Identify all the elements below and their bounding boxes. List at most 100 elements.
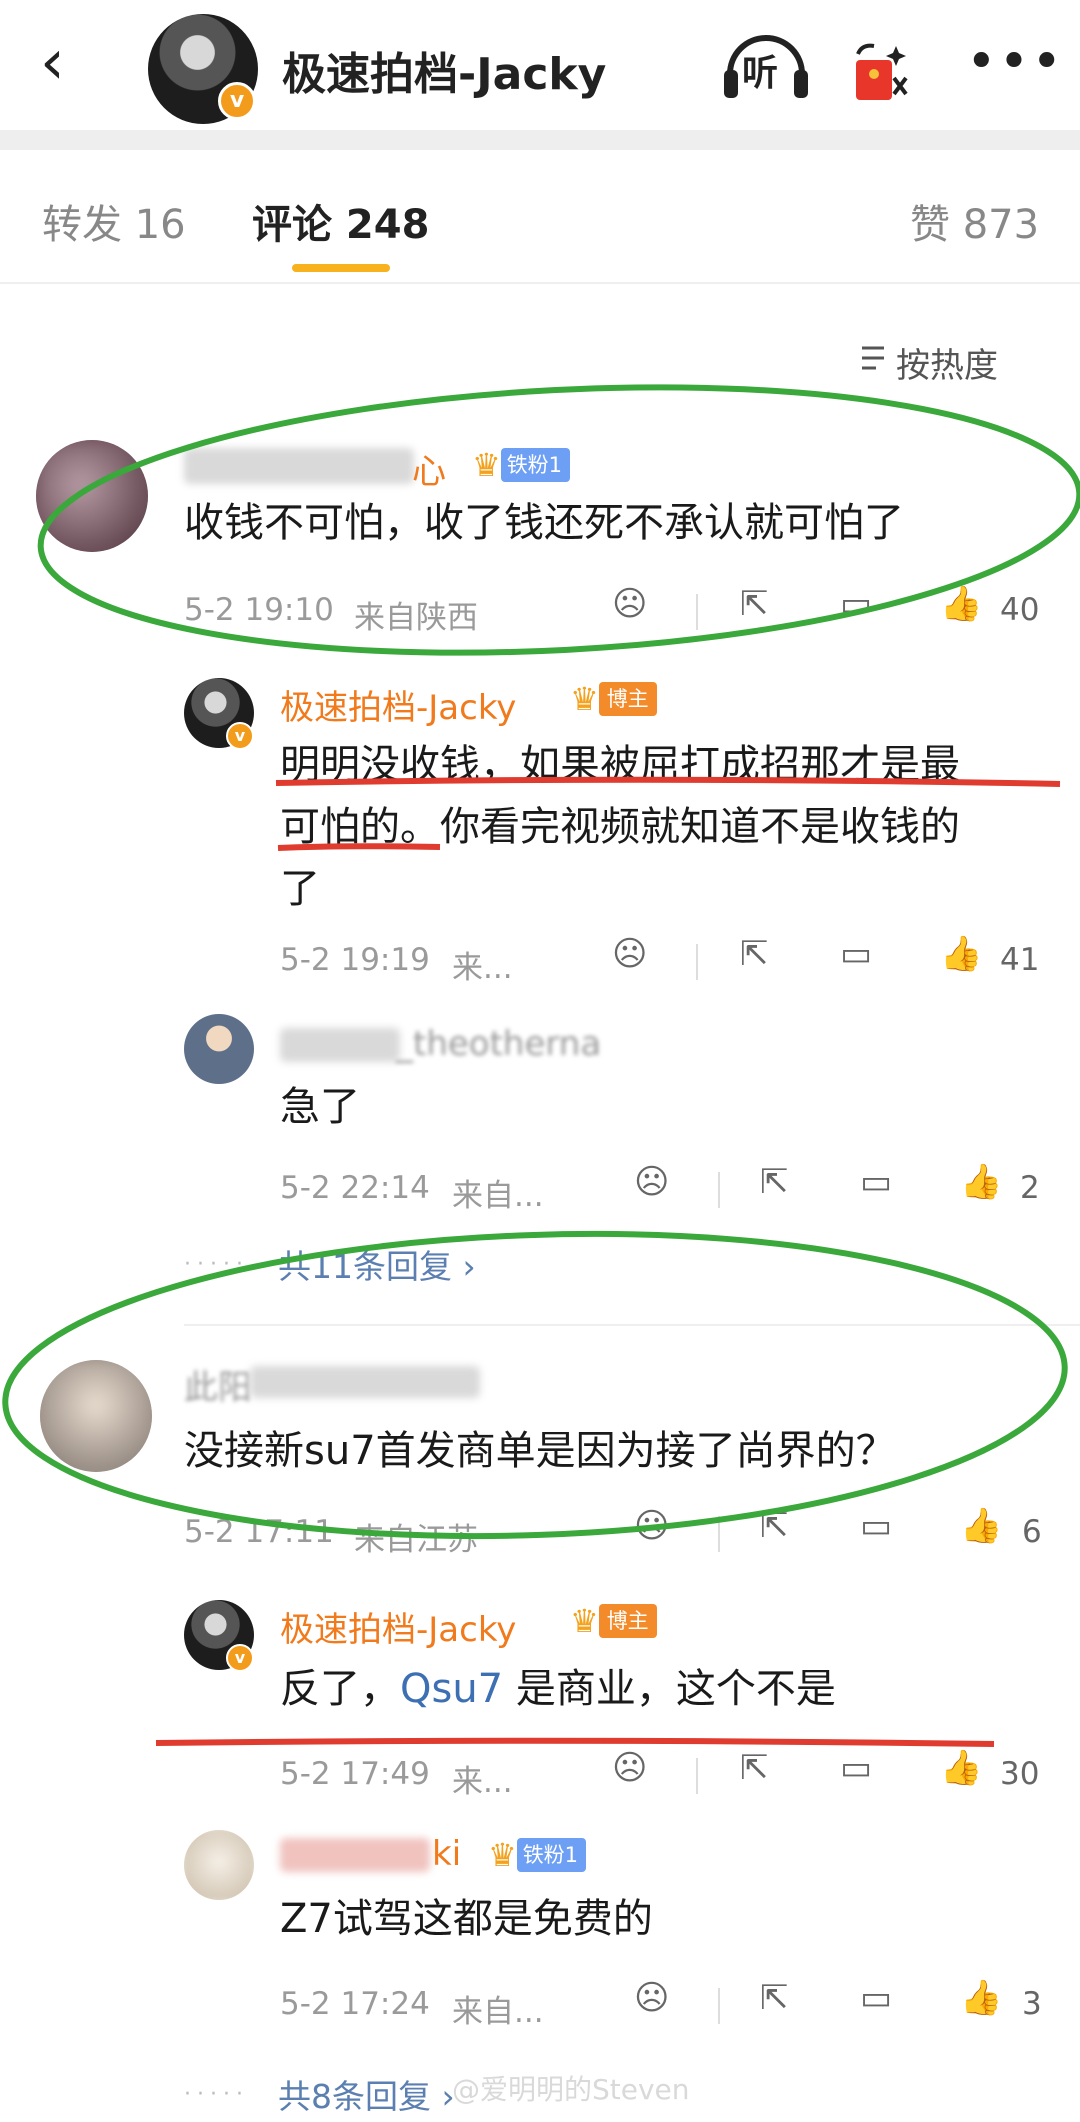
reply-text: 急了 (280, 1084, 360, 1130)
reply-username[interactable]: _theotherna (396, 1024, 601, 1064)
emoji-react-icon[interactable]: ☹ (612, 934, 647, 974)
like-count: 3 (1022, 1986, 1042, 2022)
share-icon[interactable]: ⇱ (760, 1162, 789, 1202)
header-separator (0, 130, 1080, 150)
crown-icon: ♛ (488, 1836, 517, 1874)
separator (696, 1758, 698, 1794)
reply-comment-icon[interactable]: ▭ (840, 584, 872, 624)
listen-label: 听 (742, 53, 779, 94)
red-underline-annotation (155, 1737, 995, 1747)
commenter-avatar-small[interactable] (184, 1014, 254, 1084)
commenter-avatar[interactable] (36, 440, 148, 552)
separator (718, 1988, 720, 2024)
verified-icon: v (218, 82, 256, 120)
comment-time: 5-2 19:10 (184, 592, 334, 628)
search-link-su7[interactable]: Qsu7 (400, 1666, 503, 1712)
fan-badge: ♛ 铁粉1 (462, 446, 571, 484)
reply-time: 5-2 19:19 (280, 942, 430, 978)
reply-text-prefix: 反了， (280, 1666, 400, 1712)
share-icon[interactable]: ⇱ (760, 1506, 789, 1546)
comment-username[interactable]: 心 (412, 444, 446, 493)
reply-comment-icon[interactable]: ▭ (860, 1162, 892, 1202)
emoji-react-icon[interactable]: ☹ (634, 1506, 669, 1546)
active-tab-indicator (292, 264, 390, 272)
username-blurred (280, 1838, 430, 1872)
watermark: @爱明明的Steven (452, 2073, 690, 2106)
comment-username[interactable]: 此阳 (184, 1360, 252, 1409)
reply-location: 来... (452, 1764, 513, 1800)
sort-icon[interactable] (858, 338, 888, 374)
like-thumb-icon[interactable]: 👍 (940, 1748, 982, 1788)
emoji-react-icon[interactable]: ☹ (634, 1978, 669, 2018)
like-thumb-icon[interactable]: 👍 (940, 934, 982, 974)
reply-text-line2: 可怕的。你看完视频就知道不是收钱的 (280, 804, 960, 850)
fan-badge: ♛ 铁粉1 (478, 1836, 587, 1874)
reply-username[interactable]: 极速拍档-Jacky (280, 680, 516, 729)
reply-text-suffix: 是商业，这个不是 (503, 1666, 836, 1712)
reply-comment-icon[interactable]: ▭ (840, 1748, 872, 1788)
tab-reposts[interactable]: 转发 16 (42, 192, 186, 250)
thread-dots: ····· (184, 1252, 249, 1277)
like-count: 2 (1020, 1170, 1040, 1206)
comment-divider (184, 1324, 1080, 1326)
tab-likes[interactable]: 赞 873 (910, 192, 1039, 250)
username-blurred (250, 1366, 480, 1398)
like-count: 6 (1022, 1514, 1042, 1550)
green-circle-annotation (2, 1230, 1068, 1540)
emoji-react-icon[interactable]: ☹ (612, 1748, 647, 1788)
back-arrow-icon[interactable]: ‹ (40, 31, 88, 96)
like-thumb-icon[interactable]: 👍 (960, 1162, 1002, 1202)
like-thumb-icon[interactable]: 👍 (940, 584, 982, 624)
like-thumb-icon[interactable]: 👍 (960, 1978, 1002, 2018)
host-badge: ♛ 博主 (560, 1602, 657, 1640)
reply-text: 反了，Qsu7 是商业，这个不是 (280, 1658, 836, 1720)
reply-time: 5-2 22:14 (280, 1170, 430, 1206)
reply-text: Z7试驾这都是免费的 (280, 1896, 653, 1942)
reply-time: 5-2 17:49 (280, 1756, 430, 1792)
tabs-divider (0, 282, 1080, 284)
reply-location: 来... (452, 950, 513, 986)
comment-location: 来自江苏 (354, 1522, 478, 1558)
separator (718, 1172, 720, 1208)
share-icon[interactable]: ⇱ (740, 934, 769, 974)
comment-text: 收钱不可怕，收了钱还死不承认就可怕了 (184, 500, 904, 546)
emoji-react-icon[interactable]: ☹ (634, 1162, 669, 1202)
emoji-react-icon[interactable]: ☹ (612, 584, 647, 624)
page-title: 极速拍档-Jacky (282, 49, 607, 100)
crown-icon: ♛ (570, 680, 599, 718)
like-count: 40 (1000, 592, 1040, 628)
reply-location: 来自... (452, 1178, 544, 1214)
host-badge: ♛ 博主 (560, 680, 657, 718)
reply-location: 来自... (452, 1994, 544, 2030)
reply-comment-icon[interactable]: ▭ (840, 934, 872, 974)
reply-comment-icon[interactable]: ▭ (860, 1978, 892, 2018)
crown-icon: ♛ (472, 446, 501, 484)
comment-time: 5-2 17:11 (184, 1514, 334, 1550)
commenter-avatar[interactable] (40, 1360, 152, 1472)
more-options-icon[interactable]: ••• (966, 36, 1064, 88)
red-envelope-icon[interactable] (848, 38, 914, 102)
reply-time: 5-2 17:24 (280, 1986, 430, 2022)
verified-icon: v (226, 1644, 254, 1672)
reply-comment-icon[interactable]: ▭ (860, 1506, 892, 1546)
share-icon[interactable]: ⇱ (760, 1978, 789, 2018)
username-blurred (184, 448, 414, 484)
share-icon[interactable]: ⇱ (740, 584, 769, 624)
view-replies-link[interactable]: 共8条回复 › (278, 2070, 455, 2118)
commenter-avatar-small[interactable] (184, 1830, 254, 1900)
comment-location: 来自陕西 (354, 600, 478, 636)
reply-username[interactable]: ki (432, 1834, 461, 1874)
like-count: 41 (1000, 942, 1040, 978)
tab-comments[interactable]: 评论 248 (252, 192, 429, 250)
verified-icon: v (226, 722, 254, 750)
like-count: 30 (1000, 1756, 1040, 1792)
share-icon[interactable]: ⇱ (740, 1748, 769, 1788)
separator (718, 1516, 720, 1552)
comment-text: 没接新su7首发商单是因为接了尚界的？ (184, 1428, 896, 1474)
sort-by-hot[interactable]: 按热度 (896, 338, 998, 387)
like-thumb-icon[interactable]: 👍 (960, 1506, 1002, 1546)
reply-text-line3: 了 (280, 866, 320, 912)
reply-username[interactable]: 极速拍档-Jacky (280, 1602, 516, 1651)
view-replies-link[interactable]: 共11条回复 › (278, 1240, 476, 1288)
reply-text-line1: 明明没收钱，如果被屈打成招那才是最 (280, 742, 960, 788)
